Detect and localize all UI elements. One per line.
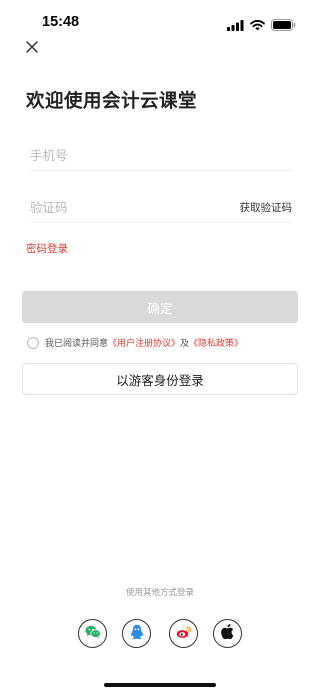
- status-time: 15:48: [42, 14, 80, 30]
- weibo-login-button[interactable]: [169, 619, 198, 648]
- apple-icon: [221, 624, 234, 643]
- agreement-checkbox[interactable]: [27, 336, 39, 349]
- cellular-signal-icon: [227, 16, 244, 35]
- battery-icon: [271, 16, 296, 35]
- phone-input[interactable]: [30, 141, 230, 169]
- page-title: 欢迎使用会计云课堂: [26, 91, 198, 112]
- status-icons: [227, 16, 296, 35]
- agreement-row: 我已阅读并同意 《用户注册协议》 及 《隐私政策》: [27, 336, 243, 349]
- wechat-icon: [84, 624, 101, 643]
- verification-code-field: 获取验证码: [30, 193, 292, 223]
- home-indicator: [104, 683, 216, 687]
- phone-field: [30, 141, 292, 171]
- verification-code-input[interactable]: [30, 193, 230, 221]
- password-login-link[interactable]: 密码登录: [26, 241, 68, 256]
- agreement-prefix: 我已阅读并同意: [45, 339, 109, 349]
- user-agreement-link[interactable]: 《用户注册协议》: [108, 336, 180, 349]
- qq-icon: [130, 624, 144, 644]
- agreement-conjunction: 及: [180, 339, 190, 349]
- close-button[interactable]: [22, 37, 42, 57]
- apple-login-button[interactable]: [213, 619, 242, 648]
- privacy-policy-link[interactable]: 《隐私政策》: [189, 336, 243, 349]
- weibo-icon: [176, 624, 192, 643]
- wifi-icon: [250, 16, 265, 35]
- social-login-row: [0, 619, 320, 649]
- wechat-login-button[interactable]: [78, 619, 107, 648]
- other-login-label: 使用其他方式登录: [125, 588, 194, 598]
- confirm-button[interactable]: 确定: [22, 291, 298, 323]
- close-icon: [26, 38, 38, 57]
- status-bar: 15:48: [0, 0, 320, 44]
- guest-login-button[interactable]: 以游客身份登录: [22, 363, 298, 395]
- get-code-button[interactable]: 获取验证码: [240, 200, 293, 215]
- qq-login-button[interactable]: [122, 619, 151, 648]
